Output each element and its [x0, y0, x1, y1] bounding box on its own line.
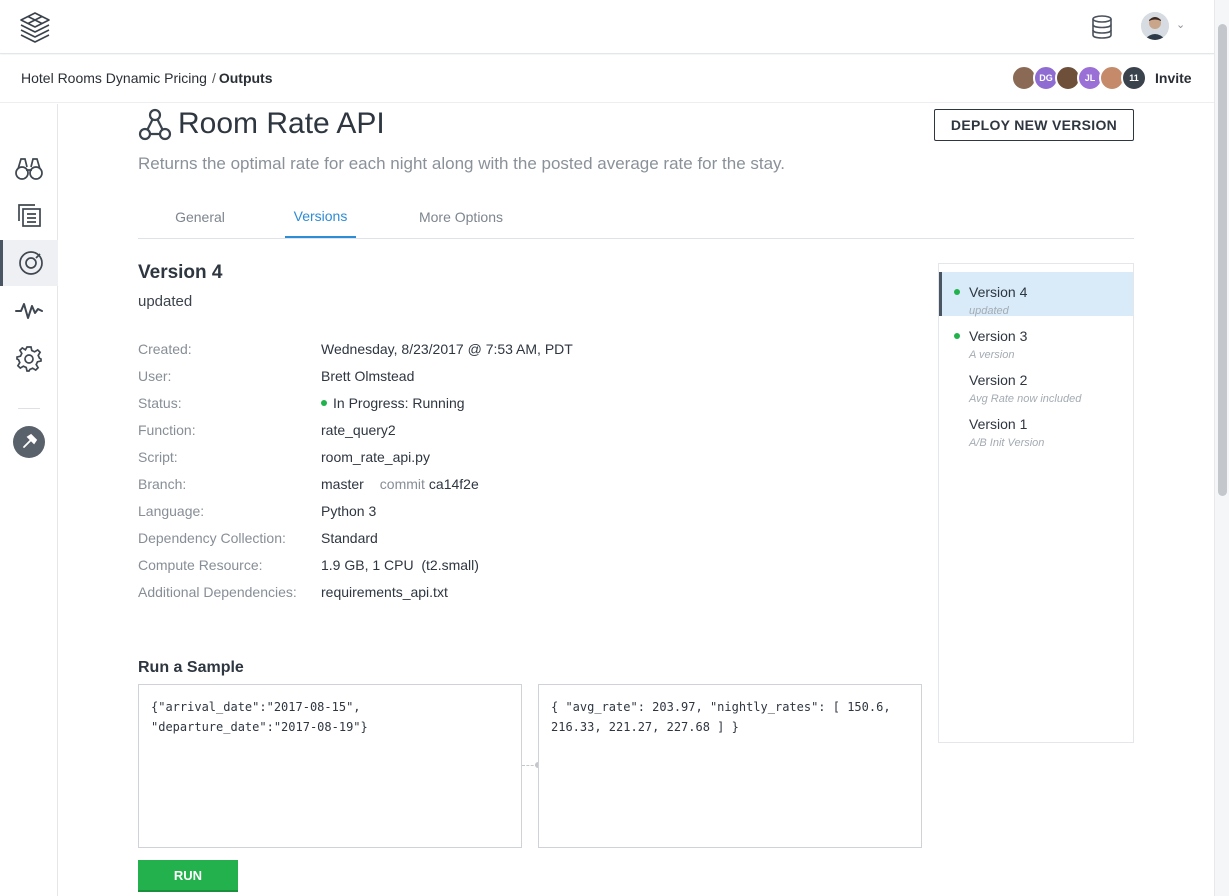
- rail-item-settings[interactable]: [0, 336, 58, 382]
- version-name: Version 1: [969, 416, 1028, 432]
- collaborator-count[interactable]: 11: [1121, 65, 1147, 91]
- rail-divider: [18, 408, 40, 409]
- version-list-item[interactable]: Version 2 Avg Rate now included: [939, 360, 1133, 405]
- avatar[interactable]: [1141, 12, 1169, 40]
- live-dot-icon: [954, 333, 960, 339]
- page-subtitle: Returns the optimal rate for each night …: [138, 154, 786, 173]
- detail-label: Branch:: [138, 476, 187, 492]
- run-sample-title: Run a Sample: [138, 659, 244, 676]
- tools-button[interactable]: [13, 426, 45, 458]
- detail-row-additional-dependencies: Additional Dependencies: requirements_ap…: [138, 584, 838, 604]
- scrollbar-thumb[interactable]: [1218, 24, 1227, 496]
- detail-value[interactable]: room_rate_api.py: [321, 449, 430, 465]
- detail-label: Status:: [138, 395, 182, 411]
- detail-value: Python 3: [321, 503, 377, 519]
- versions-list: Version 4 updated Version 3 A version Ve…: [938, 263, 1134, 743]
- stacked-layers-logo-icon[interactable]: [18, 11, 52, 43]
- breadcrumb-project[interactable]: Hotel Rooms Dynamic Pricing: [21, 70, 207, 86]
- detail-row-dependency-collection: Dependency Collection: Standard: [138, 530, 838, 550]
- run-button[interactable]: RUN: [138, 860, 238, 892]
- detail-row-status: Status: In Progress: Running: [138, 395, 838, 415]
- detail-row-created: Created: Wednesday, 8/23/2017 @ 7:53 AM,…: [138, 341, 838, 361]
- detail-row-script: Script: room_rate_api.py: [138, 449, 838, 469]
- breadcrumb-separator: /: [211, 70, 216, 86]
- hammer-icon: [23, 433, 38, 448]
- page-scrollbar[interactable]: [1214, 0, 1229, 896]
- documents-icon: [18, 204, 41, 227]
- api-nodes-icon: [138, 108, 172, 141]
- sample-input-field[interactable]: {"arrival_date":"2017-08-15", "departure…: [138, 684, 522, 848]
- detail-row-language: Language: Python 3: [138, 503, 838, 523]
- version-list-item[interactable]: Version 3 A version: [939, 316, 1133, 361]
- detail-value-status: In Progress: Running: [321, 395, 465, 411]
- page-title: Room Rate API: [178, 107, 385, 140]
- invite-button[interactable]: Invite: [1155, 70, 1192, 86]
- rail-item-outputs[interactable]: [0, 240, 58, 286]
- outputs-icon: [18, 251, 43, 275]
- version-title: Version 4: [138, 262, 223, 283]
- detail-label: Script:: [138, 449, 178, 465]
- tab-versions[interactable]: Versions: [285, 196, 356, 238]
- detail-row-function: Function: rate_query2: [138, 422, 838, 442]
- top-bar: ⌄: [0, 0, 1214, 54]
- detail-label: Compute Resource:: [138, 557, 263, 573]
- detail-value: 1.9 GB, 1 CPU (t2.small): [321, 557, 479, 573]
- detail-value: rate_query2: [321, 422, 396, 438]
- version-list-item[interactable]: Version 4 updated: [939, 272, 1133, 317]
- breadcrumb-current: Outputs: [218, 70, 273, 86]
- breadcrumb-bar: Hotel Rooms Dynamic Pricing / Outputs DG J…: [0, 55, 1214, 103]
- detail-value-branch: master commit ca14f2e: [321, 476, 479, 492]
- rail-item-files[interactable]: [0, 192, 58, 238]
- gear-icon: [16, 346, 42, 372]
- detail-label: Language:: [138, 503, 205, 519]
- detail-value: Standard: [321, 530, 378, 546]
- detail-label: Additional Dependencies:: [138, 584, 297, 600]
- live-dot-icon: [954, 289, 960, 295]
- deploy-new-version-button[interactable]: DEPLOY NEW VERSION: [934, 109, 1134, 141]
- detail-row-branch: Branch: master commit ca14f2e: [138, 476, 838, 496]
- detail-label: Dependency Collection:: [138, 530, 286, 546]
- version-name: Version 4: [969, 284, 1028, 300]
- user-avatar-icon: [1141, 12, 1169, 40]
- branch-name: master: [321, 476, 364, 492]
- rail-item-activity[interactable]: [0, 288, 58, 334]
- activity-icon: [15, 303, 43, 319]
- detail-value: Wednesday, 8/23/2017 @ 7:53 AM, PDT: [321, 341, 573, 357]
- commit-hash[interactable]: ca14f2e: [429, 476, 479, 492]
- detail-label: Function:: [138, 422, 196, 438]
- tab-bar: General Versions More Options: [138, 196, 1134, 239]
- chevron-down-icon[interactable]: ⌄: [1176, 18, 1185, 31]
- commit-label: commit: [379, 476, 425, 492]
- binoculars-icon: [15, 158, 43, 180]
- version-name: Version 2: [969, 372, 1028, 388]
- database-icon[interactable]: [1089, 14, 1115, 40]
- version-name: Version 3: [969, 328, 1028, 344]
- status-text: In Progress: Running: [333, 395, 465, 411]
- left-nav-rail: [0, 104, 58, 896]
- breadcrumb: Hotel Rooms Dynamic Pricing / Outputs: [21, 70, 273, 86]
- rail-item-explore[interactable]: [0, 145, 58, 191]
- detail-value[interactable]: requirements_api.txt: [321, 584, 448, 600]
- status-dot-icon: [321, 400, 327, 406]
- sample-output-box: { "avg_rate": 203.97, "nightly_rates": […: [538, 684, 922, 848]
- version-list-item[interactable]: Version 1 A/B Init Version: [939, 404, 1133, 449]
- detail-row-compute-resource: Compute Resource: 1.9 GB, 1 CPU (t2.smal…: [138, 557, 838, 577]
- tab-general[interactable]: General: [162, 196, 238, 238]
- tab-more-options[interactable]: More Options: [408, 196, 514, 238]
- detail-label: Created:: [138, 341, 192, 357]
- version-subtitle: updated: [138, 293, 193, 310]
- detail-label: User:: [138, 368, 172, 384]
- detail-row-user: User: Brett Olmstead: [138, 368, 838, 388]
- version-description: A/B Init Version: [969, 437, 1045, 449]
- detail-value: Brett Olmstead: [321, 368, 415, 384]
